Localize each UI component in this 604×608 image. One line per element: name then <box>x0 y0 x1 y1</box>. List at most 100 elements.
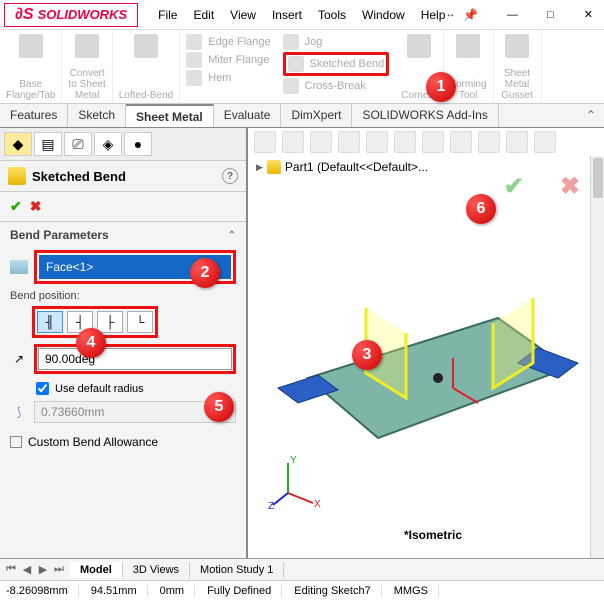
close-button[interactable]: ✕ <box>570 4 604 26</box>
status-bar: -8.26098mm 94.51mm 0mm Fully Defined Edi… <box>0 580 604 600</box>
ribbon-jog[interactable]: Jog <box>283 34 390 50</box>
callout-2: 2 <box>190 258 220 288</box>
vp-section-icon[interactable] <box>338 131 360 153</box>
triad-x: X <box>314 499 321 510</box>
tabs-collapse-icon[interactable]: ⌃ <box>578 104 604 127</box>
panel-display-icon[interactable]: ⎚ <box>64 132 92 156</box>
hem-icon <box>186 70 202 86</box>
btab-prev[interactable]: ◀ <box>20 563 34 576</box>
callout-4: 4 <box>76 328 106 358</box>
panel-config-icon[interactable]: ▤ <box>34 132 62 156</box>
lofted-bend-icon <box>134 34 158 58</box>
vp-rotate-icon[interactable] <box>310 131 332 153</box>
menu-insert[interactable]: Insert <box>272 8 302 22</box>
vp-edge-icon[interactable] <box>478 131 500 153</box>
bend-angle-input[interactable]: 90.00deg <box>38 348 232 370</box>
angle-icon[interactable]: ↗ <box>10 350 28 368</box>
collapse-arrow-icon[interactable]: ↔ <box>445 9 455 20</box>
tree-expand-icon[interactable]: ▶ <box>256 162 263 173</box>
status-x: -8.26098mm <box>6 585 79 597</box>
bend-pos-outside[interactable]: └ <box>127 311 153 333</box>
panel-feature-icon[interactable]: ◆ <box>4 132 32 156</box>
command-tabs: Features Sketch Sheet Metal Evaluate Dim… <box>0 104 604 128</box>
tab-addins[interactable]: SOLIDWORKS Add-Ins <box>352 104 498 127</box>
bottom-tab-model[interactable]: Model <box>70 562 123 578</box>
expand-allowance-icon[interactable] <box>10 436 22 448</box>
vp-pan-icon[interactable] <box>282 131 304 153</box>
menu-view[interactable]: View <box>230 8 256 22</box>
ribbon-base-flange[interactable]: BaseFlange/Tab <box>0 30 62 103</box>
pin-icon[interactable]: 📌 <box>463 8 478 22</box>
bottom-tab-motion[interactable]: Motion Study 1 <box>190 562 284 578</box>
vp-zoom-icon[interactable] <box>254 131 276 153</box>
app-name: SOLIDWORKS <box>38 7 128 22</box>
maximize-button[interactable]: □ <box>532 4 568 26</box>
menu-bar: File Edit View Insert Tools Window Help <box>158 8 445 22</box>
vp-render-icon[interactable] <box>534 131 556 153</box>
vp-scene-icon[interactable] <box>422 131 444 153</box>
panel-ok-button[interactable]: ✔ <box>10 198 22 215</box>
panel-layer-icon[interactable]: ◈ <box>94 132 122 156</box>
edge-flange-icon <box>186 34 202 50</box>
vp-color-icon[interactable] <box>506 131 528 153</box>
ribbon-gusset[interactable]: SheetMetalGusset <box>494 30 542 103</box>
bottom-tabs: ⏮ ◀ ▶ ⏭ Model 3D Views Motion Study 1 <box>0 558 604 580</box>
panel-title-text: Sketched Bend <box>32 169 126 184</box>
tab-sheet-metal[interactable]: Sheet Metal <box>126 104 214 127</box>
use-default-radius-checkbox[interactable] <box>36 382 49 395</box>
menu-edit[interactable]: Edit <box>193 8 214 22</box>
part-name[interactable]: Part1 (Default<<Default>... <box>285 160 428 174</box>
bottom-tab-3dviews[interactable]: 3D Views <box>123 562 190 578</box>
face-select-icon <box>10 260 28 274</box>
vertical-scrollbar[interactable] <box>590 156 604 558</box>
collapse-section-icon[interactable]: ⌃ <box>228 230 236 241</box>
ribbon-sketched-bend[interactable]: Sketched Bend <box>283 52 390 76</box>
tab-features[interactable]: Features <box>0 104 68 127</box>
vp-hide-icon[interactable] <box>450 131 472 153</box>
callout-3: 3 <box>352 340 382 370</box>
sketched-bend-panel-icon <box>8 167 26 185</box>
menu-window[interactable]: Window <box>362 8 405 22</box>
panel-appearance-icon[interactable]: ● <box>124 132 152 156</box>
btab-first[interactable]: ⏮ <box>4 563 18 576</box>
bend-pos-centerline[interactable]: ╢ <box>37 311 63 333</box>
menu-file[interactable]: File <box>158 8 177 22</box>
status-units: MMGS <box>394 585 439 597</box>
3d-scene <box>258 238 588 468</box>
ribbon-lofted-bend[interactable]: Lofted-Bend <box>113 30 181 103</box>
status-y: 94.51mm <box>91 585 148 597</box>
ribbon-edge-flange[interactable]: Edge Flange <box>186 34 270 50</box>
vp-display-icon[interactable] <box>394 131 416 153</box>
bend-position-label: Bend position: <box>0 288 246 304</box>
tab-sketch[interactable]: Sketch <box>68 104 126 127</box>
panel-cancel-button[interactable]: ✖ <box>30 198 42 215</box>
view-label: *Isometric <box>404 528 462 542</box>
menu-tools[interactable]: Tools <box>318 8 346 22</box>
sketched-bend-icon <box>288 56 304 72</box>
callout-1: 1 <box>426 72 456 102</box>
custom-allowance-label: Custom Bend Allowance <box>28 435 158 449</box>
panel-help-icon[interactable]: ? <box>222 168 238 184</box>
viewport-cancel-icon[interactable]: ✖ <box>560 172 580 201</box>
viewport[interactable]: ▶ Part1 (Default<<Default>... ✔ ✖ <box>248 128 604 558</box>
tab-dimxpert[interactable]: DimXpert <box>281 104 352 127</box>
bend-pos-material-outside[interactable]: ├ <box>97 311 123 333</box>
btab-last[interactable]: ⏭ <box>52 563 66 576</box>
menu-help[interactable]: Help <box>421 8 446 22</box>
minimize-button[interactable]: — <box>494 4 530 26</box>
vp-view-icon[interactable] <box>366 131 388 153</box>
ribbon-convert-sheet[interactable]: Convertto SheetMetal <box>62 30 112 103</box>
ds-logo-icon: ∂S <box>15 6 34 24</box>
status-z: 0mm <box>160 585 195 597</box>
viewport-confirm-icon[interactable]: ✔ <box>504 172 524 201</box>
ribbon-hem[interactable]: Hem <box>186 70 270 86</box>
status-editing: Editing Sketch7 <box>294 585 381 597</box>
status-defined: Fully Defined <box>207 585 282 597</box>
miter-flange-icon <box>186 52 202 68</box>
forming-tool-icon <box>456 34 480 58</box>
ribbon-miter-flange[interactable]: Miter Flange <box>186 52 270 68</box>
btab-next[interactable]: ▶ <box>36 563 50 576</box>
ribbon-cross-break[interactable]: Cross-Break <box>283 78 390 94</box>
tab-evaluate[interactable]: Evaluate <box>214 104 282 127</box>
corners-icon <box>407 34 431 58</box>
